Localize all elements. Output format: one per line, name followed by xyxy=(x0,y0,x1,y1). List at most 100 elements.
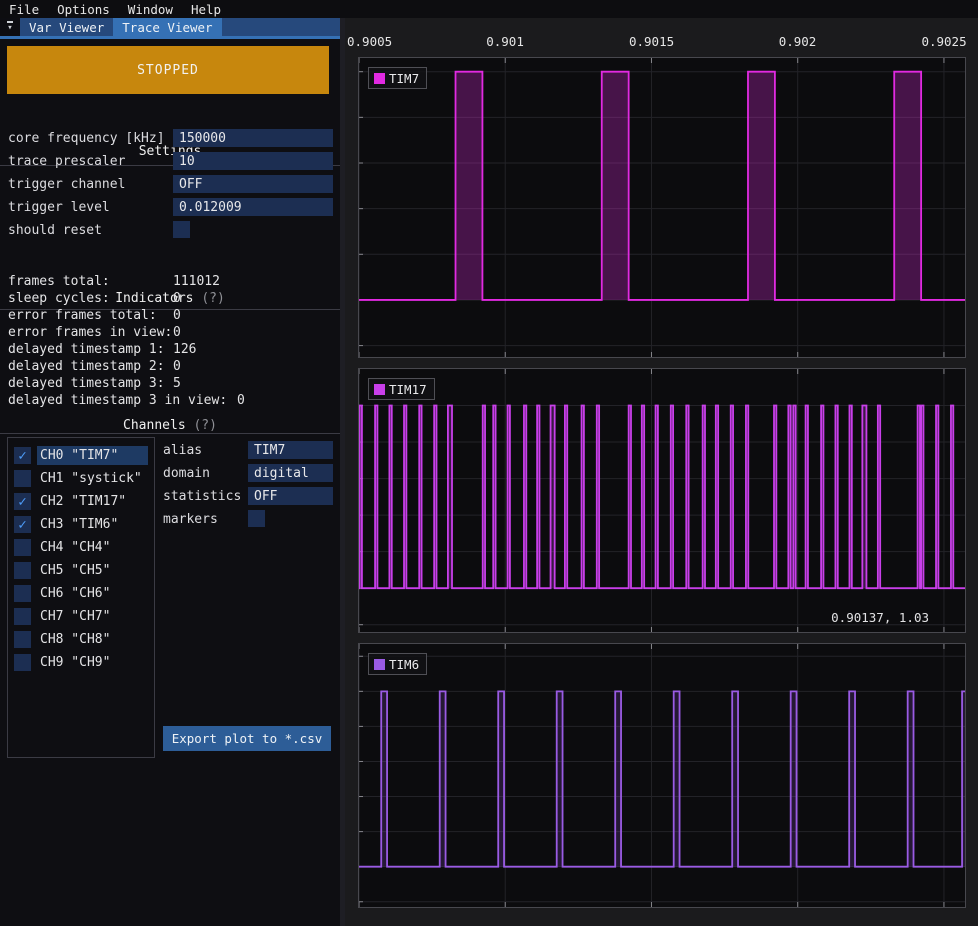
channel-label[interactable]: CH1 "systick" xyxy=(37,469,148,488)
cursor-position-readout: 0.90137, 1.03 xyxy=(831,610,929,625)
indicator-value: 111012 xyxy=(173,274,220,289)
channel-checkbox[interactable]: ✓ xyxy=(14,447,31,464)
channel-row[interactable]: CH1 "systick" xyxy=(14,467,148,490)
menu-bar: FileOptionsWindowHelp xyxy=(0,0,978,18)
legend-label: TIM17 xyxy=(389,382,427,397)
channel-checkbox[interactable] xyxy=(14,562,31,579)
channel-detail-value-statistics[interactable]: OFF xyxy=(248,487,333,505)
settings-input-3[interactable]: 0.012009 xyxy=(173,198,333,216)
plot-tim7[interactable]: TIM7 xyxy=(358,57,966,358)
legend-tim6[interactable]: TIM6 xyxy=(368,653,427,675)
legend-swatch xyxy=(374,659,385,670)
indicator-value: 0 xyxy=(173,308,181,323)
channel-checkbox[interactable] xyxy=(14,608,31,625)
channels-help-hint[interactable]: (?) xyxy=(193,418,216,433)
channel-detail-label-alias: alias xyxy=(163,443,202,458)
channel-row[interactable]: CH5 "CH5" xyxy=(14,559,148,582)
tab-strip: ▾ Var ViewerTrace Viewer xyxy=(0,18,340,36)
indicator-label: delayed timestamp 2: xyxy=(8,359,165,374)
plot-tim6[interactable]: TIM6 xyxy=(358,643,966,908)
channel-label[interactable]: CH0 "TIM7" xyxy=(37,446,148,465)
channel-label[interactable]: CH6 "CH6" xyxy=(37,584,148,603)
channel-row[interactable]: CH9 "CH9" xyxy=(14,651,148,674)
export-csv-button[interactable]: Export plot to *.csv xyxy=(163,726,331,751)
menu-item-help[interactable]: Help xyxy=(182,2,230,17)
markers-checkbox[interactable] xyxy=(248,510,265,527)
indicator-label: sleep cycles: xyxy=(8,291,110,306)
tab-trace-viewer[interactable]: Trace Viewer xyxy=(113,18,221,36)
checkmark-icon: ✓ xyxy=(18,495,26,509)
channel-row[interactable]: CH6 "CH6" xyxy=(14,582,148,605)
channel-checkbox[interactable]: ✓ xyxy=(14,516,31,533)
acquisition-state-button[interactable]: STOPPED xyxy=(7,46,329,94)
indicator-row: error frames total:0 xyxy=(8,308,332,325)
tab-bar-filler xyxy=(222,18,340,36)
channels-section-title: Channels (?) xyxy=(0,418,340,433)
indicator-row: error frames in view:0 xyxy=(8,325,332,342)
time-tick-label: 0.9015 xyxy=(629,34,674,49)
indicator-value: 0 xyxy=(173,291,181,306)
should-reset-checkbox[interactable] xyxy=(173,221,190,238)
channel-row[interactable]: ✓ CH0 "TIM7" xyxy=(14,444,148,467)
channel-detail-value-domain[interactable]: digital xyxy=(248,464,333,482)
channel-label[interactable]: CH4 "CH4" xyxy=(37,538,148,557)
channel-label[interactable]: CH5 "CH5" xyxy=(37,561,148,580)
legend-tim7[interactable]: TIM7 xyxy=(368,67,427,89)
indicator-label: delayed timestamp 1: xyxy=(8,342,165,357)
settings-input-1[interactable]: 10 xyxy=(173,152,333,170)
tab-var-viewer[interactable]: Var Viewer xyxy=(20,18,113,36)
channel-row[interactable]: CH8 "CH8" xyxy=(14,628,148,651)
time-axis-labels: 0.90050.9010.90150.9020.9025 xyxy=(345,34,978,49)
channel-checkbox[interactable] xyxy=(14,654,31,671)
channel-detail-label-statistics: statistics xyxy=(163,489,241,504)
indicator-label: delayed timestamp 3: xyxy=(8,376,165,391)
channel-label[interactable]: CH9 "CH9" xyxy=(37,653,148,672)
channel-row[interactable]: ✓ CH2 "TIM17" xyxy=(14,490,148,513)
settings-input-2[interactable]: OFF xyxy=(173,175,333,193)
waveform-tim17 xyxy=(359,369,965,632)
channel-row[interactable]: ✓ CH3 "TIM6" xyxy=(14,513,148,536)
channel-checkbox[interactable]: ✓ xyxy=(14,493,31,510)
channel-checkbox[interactable] xyxy=(14,631,31,648)
legend-tim17[interactable]: TIM17 xyxy=(368,378,435,400)
menu-item-options[interactable]: Options xyxy=(48,2,119,17)
tab-bar: ▾ Var ViewerTrace Viewer xyxy=(0,18,340,39)
legend-label: TIM7 xyxy=(389,71,419,86)
settings-label-2: trigger channel xyxy=(8,177,125,192)
channel-label[interactable]: CH2 "TIM17" xyxy=(37,492,148,511)
channel-label[interactable]: CH8 "CH8" xyxy=(37,630,148,649)
dock-collapse-button[interactable]: ▾ xyxy=(0,18,20,36)
plot-tim17[interactable]: TIM17 0.90137, 1.03 xyxy=(358,368,966,633)
checkmark-icon: ✓ xyxy=(18,449,26,463)
channel-label[interactable]: CH3 "TIM6" xyxy=(37,515,148,534)
trace-viewer-app: FileOptionsWindowHelp ▾ Var ViewerTrace … xyxy=(0,0,978,926)
should-reset-label: should reset xyxy=(8,223,102,238)
time-tick-label: 0.9025 xyxy=(921,34,966,49)
time-tick-label: 0.901 xyxy=(486,34,524,49)
waveform-tim6 xyxy=(359,644,965,907)
indicator-row: delayed timestamp 1:126 xyxy=(8,342,332,359)
settings-input-0[interactable]: 150000 xyxy=(173,129,333,147)
menu-item-file[interactable]: File xyxy=(0,2,48,17)
channel-label[interactable]: CH7 "CH7" xyxy=(37,607,148,626)
indicator-row: frames total: 111012 xyxy=(8,274,332,291)
indicator-label: error frames in view: xyxy=(8,325,172,340)
indicator-value: 0 xyxy=(173,359,181,374)
channel-row[interactable]: CH4 "CH4" xyxy=(14,536,148,559)
time-tick-label: 0.902 xyxy=(779,34,817,49)
indicator-label: delayed timestamp 3 in view: xyxy=(8,393,227,408)
legend-swatch xyxy=(374,73,385,84)
separator xyxy=(0,433,340,434)
channel-listbox: ✓ CH0 "TIM7" CH1 "systick" ✓ CH2 "TIM17" ✓ CH3… xyxy=(7,437,155,758)
channel-checkbox[interactable] xyxy=(14,585,31,602)
menu-item-window[interactable]: Window xyxy=(119,2,182,17)
indicator-value: 5 xyxy=(173,376,181,391)
legend-swatch xyxy=(374,384,385,395)
channel-detail-value-alias[interactable]: TIM7 xyxy=(248,441,333,459)
indicator-label: frames total: xyxy=(8,274,110,289)
plot-panel: 0.90050.9010.90150.9020.9025 TIM7 TIM170… xyxy=(345,18,978,926)
channel-checkbox[interactable] xyxy=(14,470,31,487)
channel-checkbox[interactable] xyxy=(14,539,31,556)
indicator-value: 0 xyxy=(237,393,245,408)
channel-row[interactable]: CH7 "CH7" xyxy=(14,605,148,628)
